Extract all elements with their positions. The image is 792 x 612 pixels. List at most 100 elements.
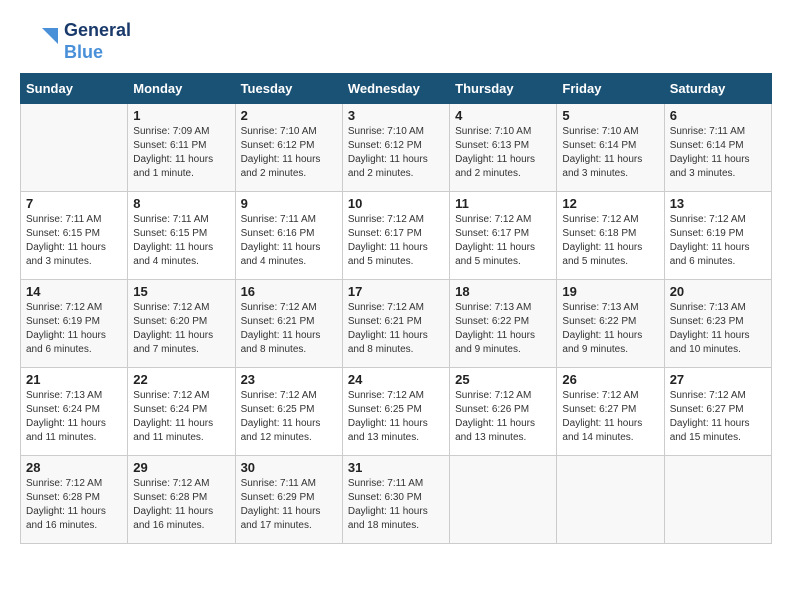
day-number: 9 xyxy=(241,196,337,211)
calendar-cell: 4 Sunrise: 7:10 AM Sunset: 6:13 PM Daylig… xyxy=(450,104,557,192)
calendar-cell: 26 Sunrise: 7:12 AM Sunset: 6:27 PM Dayli… xyxy=(557,368,664,456)
calendar-cell: 28Sunrise: 7:12 AM Sunset: 6:28 PM Dayli… xyxy=(21,456,128,544)
day-number: 12 xyxy=(562,196,658,211)
day-info: Sunrise: 7:10 AM Sunset: 6:12 PM Dayligh… xyxy=(348,125,444,181)
day-info: Sunrise: 7:11 AM Sunset: 6:29 PM Dayligh… xyxy=(241,477,337,533)
day-info: Sunrise: 7:12 AM Sunset: 6:27 PM Dayligh… xyxy=(562,389,658,445)
calendar-week-row: 7 Sunrise: 7:11 AM Sunset: 6:15 PM Daylig… xyxy=(21,192,772,280)
day-info: Sunrise: 7:11 AM Sunset: 6:16 PM Dayligh… xyxy=(241,213,337,269)
day-info: Sunrise: 7:13 AM Sunset: 6:22 PM Dayligh… xyxy=(455,301,551,357)
day-number: 7 xyxy=(26,196,122,211)
day-info: Sunrise: 7:12 AM Sunset: 6:26 PM Dayligh… xyxy=(455,389,551,445)
day-info: Sunrise: 7:12 AM Sunset: 6:25 PM Dayligh… xyxy=(241,389,337,445)
logo-general-text: General xyxy=(64,20,131,42)
weekday-header: Wednesday xyxy=(342,74,449,104)
day-number: 30 xyxy=(241,460,337,475)
calendar-cell: 13 Sunrise: 7:12 AM Sunset: 6:19 PM Dayli… xyxy=(664,192,771,280)
day-number: 17 xyxy=(348,284,444,299)
calendar-cell: 24Sunrise: 7:12 AM Sunset: 6:25 PM Dayli… xyxy=(342,368,449,456)
calendar-cell: 6 Sunrise: 7:11 AM Sunset: 6:14 PM Daylig… xyxy=(664,104,771,192)
calendar-cell: 22Sunrise: 7:12 AM Sunset: 6:24 PM Dayli… xyxy=(128,368,235,456)
day-info: Sunrise: 7:09 AM Sunset: 6:11 PM Dayligh… xyxy=(133,125,229,181)
day-info: Sunrise: 7:12 AM Sunset: 6:21 PM Dayligh… xyxy=(241,301,337,357)
calendar-cell: 25Sunrise: 7:12 AM Sunset: 6:26 PM Dayli… xyxy=(450,368,557,456)
weekday-header: Saturday xyxy=(664,74,771,104)
day-number: 15 xyxy=(133,284,229,299)
calendar-cell: 18 Sunrise: 7:13 AM Sunset: 6:22 PM Dayli… xyxy=(450,280,557,368)
day-info: Sunrise: 7:12 AM Sunset: 6:21 PM Dayligh… xyxy=(348,301,444,357)
calendar-cell: 1 Sunrise: 7:09 AM Sunset: 6:11 PM Daylig… xyxy=(128,104,235,192)
day-info: Sunrise: 7:11 AM Sunset: 6:14 PM Dayligh… xyxy=(670,125,766,181)
calendar-week-row: 21Sunrise: 7:13 AM Sunset: 6:24 PM Dayli… xyxy=(21,368,772,456)
weekday-header: Tuesday xyxy=(235,74,342,104)
day-info: Sunrise: 7:13 AM Sunset: 6:22 PM Dayligh… xyxy=(562,301,658,357)
day-number: 21 xyxy=(26,372,122,387)
day-number: 31 xyxy=(348,460,444,475)
logo-svg-icon xyxy=(20,22,60,62)
calendar-cell: 10Sunrise: 7:12 AM Sunset: 6:17 PM Dayli… xyxy=(342,192,449,280)
day-number: 20 xyxy=(670,284,766,299)
day-info: Sunrise: 7:12 AM Sunset: 6:27 PM Dayligh… xyxy=(670,389,766,445)
day-number: 26 xyxy=(562,372,658,387)
day-info: Sunrise: 7:12 AM Sunset: 6:19 PM Dayligh… xyxy=(670,213,766,269)
calendar-cell: 8Sunrise: 7:11 AM Sunset: 6:15 PM Daylig… xyxy=(128,192,235,280)
weekday-header-row: SundayMondayTuesdayWednesdayThursdayFrid… xyxy=(21,74,772,104)
calendar-cell: 14 Sunrise: 7:12 AM Sunset: 6:19 PM Dayli… xyxy=(21,280,128,368)
day-number: 5 xyxy=(562,108,658,123)
day-number: 3 xyxy=(348,108,444,123)
day-number: 14 xyxy=(26,284,122,299)
day-number: 16 xyxy=(241,284,337,299)
day-number: 11 xyxy=(455,196,551,211)
calendar-cell: 12 Sunrise: 7:12 AM Sunset: 6:18 PM Dayli… xyxy=(557,192,664,280)
page-header: GeneralBlue xyxy=(20,20,772,63)
day-info: Sunrise: 7:12 AM Sunset: 6:19 PM Dayligh… xyxy=(26,301,122,357)
day-info: Sunrise: 7:12 AM Sunset: 6:28 PM Dayligh… xyxy=(26,477,122,533)
day-info: Sunrise: 7:13 AM Sunset: 6:23 PM Dayligh… xyxy=(670,301,766,357)
calendar-cell: 5 Sunrise: 7:10 AM Sunset: 6:14 PM Daylig… xyxy=(557,104,664,192)
calendar-cell: 3 Sunrise: 7:10 AM Sunset: 6:12 PM Daylig… xyxy=(342,104,449,192)
calendar-table: SundayMondayTuesdayWednesdayThursdayFrid… xyxy=(20,73,772,544)
day-number: 13 xyxy=(670,196,766,211)
day-number: 23 xyxy=(241,372,337,387)
weekday-header: Monday xyxy=(128,74,235,104)
calendar-cell: 17 Sunrise: 7:12 AM Sunset: 6:21 PM Dayli… xyxy=(342,280,449,368)
calendar-cell xyxy=(664,456,771,544)
calendar-cell: 2 Sunrise: 7:10 AM Sunset: 6:12 PM Daylig… xyxy=(235,104,342,192)
day-number: 18 xyxy=(455,284,551,299)
calendar-cell xyxy=(557,456,664,544)
day-info: Sunrise: 7:12 AM Sunset: 6:18 PM Dayligh… xyxy=(562,213,658,269)
day-number: 1 xyxy=(133,108,229,123)
calendar-cell: 19 Sunrise: 7:13 AM Sunset: 6:22 PM Dayli… xyxy=(557,280,664,368)
day-info: Sunrise: 7:10 AM Sunset: 6:12 PM Dayligh… xyxy=(241,125,337,181)
day-number: 6 xyxy=(670,108,766,123)
day-info: Sunrise: 7:12 AM Sunset: 6:17 PM Dayligh… xyxy=(455,213,551,269)
calendar-week-row: 28Sunrise: 7:12 AM Sunset: 6:28 PM Dayli… xyxy=(21,456,772,544)
day-info: Sunrise: 7:10 AM Sunset: 6:14 PM Dayligh… xyxy=(562,125,658,181)
day-number: 19 xyxy=(562,284,658,299)
day-info: Sunrise: 7:12 AM Sunset: 6:17 PM Dayligh… xyxy=(348,213,444,269)
calendar-cell: 21Sunrise: 7:13 AM Sunset: 6:24 PM Dayli… xyxy=(21,368,128,456)
calendar-cell: 9 Sunrise: 7:11 AM Sunset: 6:16 PM Daylig… xyxy=(235,192,342,280)
day-info: Sunrise: 7:11 AM Sunset: 6:30 PM Dayligh… xyxy=(348,477,444,533)
logo: GeneralBlue xyxy=(20,20,131,63)
calendar-week-row: 14 Sunrise: 7:12 AM Sunset: 6:19 PM Dayli… xyxy=(21,280,772,368)
calendar-cell: 20 Sunrise: 7:13 AM Sunset: 6:23 PM Dayli… xyxy=(664,280,771,368)
calendar-cell xyxy=(450,456,557,544)
weekday-header: Friday xyxy=(557,74,664,104)
calendar-cell: 27Sunrise: 7:12 AM Sunset: 6:27 PM Dayli… xyxy=(664,368,771,456)
weekday-header: Sunday xyxy=(21,74,128,104)
day-number: 4 xyxy=(455,108,551,123)
day-number: 2 xyxy=(241,108,337,123)
day-info: Sunrise: 7:12 AM Sunset: 6:20 PM Dayligh… xyxy=(133,301,229,357)
day-number: 29 xyxy=(133,460,229,475)
day-info: Sunrise: 7:11 AM Sunset: 6:15 PM Dayligh… xyxy=(26,213,122,269)
day-info: Sunrise: 7:10 AM Sunset: 6:13 PM Dayligh… xyxy=(455,125,551,181)
calendar-week-row: 1 Sunrise: 7:09 AM Sunset: 6:11 PM Daylig… xyxy=(21,104,772,192)
logo-blue-text: Blue xyxy=(64,42,131,64)
calendar-cell: 15 Sunrise: 7:12 AM Sunset: 6:20 PM Dayli… xyxy=(128,280,235,368)
day-info: Sunrise: 7:12 AM Sunset: 6:25 PM Dayligh… xyxy=(348,389,444,445)
calendar-cell: 31 Sunrise: 7:11 AM Sunset: 6:30 PM Dayli… xyxy=(342,456,449,544)
calendar-cell: 11 Sunrise: 7:12 AM Sunset: 6:17 PM Dayli… xyxy=(450,192,557,280)
day-info: Sunrise: 7:12 AM Sunset: 6:24 PM Dayligh… xyxy=(133,389,229,445)
day-info: Sunrise: 7:12 AM Sunset: 6:28 PM Dayligh… xyxy=(133,477,229,533)
